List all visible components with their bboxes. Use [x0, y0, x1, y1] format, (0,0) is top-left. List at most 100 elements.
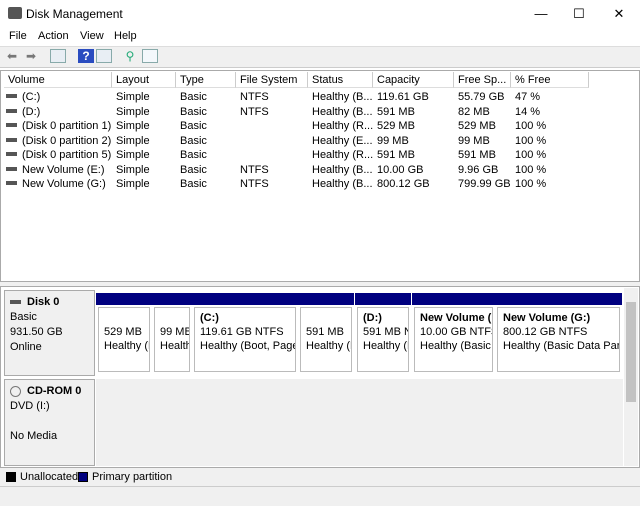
legend-primary-partition: Primary partition — [92, 471, 173, 483]
partition-status: Healthy (Recovery Partition) — [306, 340, 351, 352]
back-icon[interactable]: ⬅ — [4, 49, 20, 63]
table-cell: Basic — [180, 105, 207, 118]
status-bar — [0, 486, 640, 506]
table-cell: 99 MB — [458, 134, 490, 147]
column-header[interactable]: % Free — [511, 72, 589, 88]
partition-block[interactable]: 591 MB Healthy (Recovery Partition) — [298, 293, 354, 374]
partition-size: 119.61 GB NTFS — [200, 326, 284, 338]
menu-view[interactable]: View — [80, 30, 104, 42]
table-cell: Basic — [180, 91, 207, 103]
volume-icon — [6, 181, 17, 185]
table-cell: 119.61 GB — [377, 91, 429, 103]
table-cell — [236, 148, 308, 162]
column-header[interactable]: Type — [176, 72, 236, 88]
table-cell: Basic — [180, 149, 207, 161]
volume-icon — [6, 166, 17, 171]
table-row[interactable]: New Volume (G:) — [18, 177, 112, 191]
partition-label: New Volume (G:) — [503, 312, 591, 324]
partition-size: 529 MB — [104, 326, 142, 338]
menu-help[interactable]: Help — [114, 30, 137, 42]
table-cell: Healthy (E... — [312, 134, 373, 147]
table-row[interactable]: (C:) — [18, 90, 112, 104]
table-cell: 9.96 GB — [458, 163, 499, 176]
volume-icon — [6, 94, 17, 98]
table-cell: Simple — [116, 105, 150, 118]
partition-status: Healthy (EFI System Partition) — [160, 340, 189, 352]
cdrom-state: No Media — [10, 430, 58, 442]
table-cell: Healthy (R... — [312, 120, 373, 132]
table-cell: Healthy (B... — [312, 178, 373, 190]
partition-status: Healthy (Basic Data Partition) — [363, 340, 408, 352]
table-cell: 591 MB — [458, 149, 496, 161]
menu-action[interactable]: Action — [38, 30, 69, 42]
table-cell: Simple — [116, 163, 150, 176]
column-header[interactable]: File System — [236, 72, 308, 88]
scrollbar-thumb[interactable] — [626, 302, 636, 402]
partition-label: New Volume (E:) — [420, 312, 492, 324]
partition-block[interactable]: 529 MB Healthy (Recovery Partition) — [96, 293, 152, 374]
table-cell: Basic — [180, 163, 207, 176]
table-cell: 800.12 GB — [377, 178, 430, 190]
column-header[interactable]: Status — [308, 72, 373, 88]
table-cell: 100 % — [515, 163, 547, 176]
cdrom-area — [96, 379, 623, 466]
partition-block[interactable]: (C:) 119.61 GB NTFS Healthy (Boot, Page … — [192, 293, 298, 374]
forward-icon[interactable]: ➡ — [23, 49, 39, 63]
menu-file[interactable]: File — [9, 30, 27, 42]
partition-block[interactable]: New Volume (G:) 800.12 GB NTFS Healthy (… — [495, 293, 622, 374]
partition-label: (C:) — [200, 312, 219, 324]
table-cell: Simple — [116, 134, 150, 147]
table-row[interactable]: New Volume (E:) — [18, 163, 112, 177]
partition-label — [306, 311, 346, 325]
cdrom-name: CD-ROM 0 — [27, 385, 82, 397]
column-header[interactable]: Capacity — [373, 72, 454, 88]
table-row[interactable]: (Disk 0 partition 2) — [18, 134, 112, 148]
table-cell: 799.99 GB — [458, 178, 511, 190]
disk-size: 931.50 GB — [10, 326, 63, 338]
partition-size: 99 MB — [160, 326, 190, 338]
column-header[interactable]: Free Sp... — [454, 72, 511, 88]
table-cell: Healthy (B... — [312, 105, 373, 118]
show-action-pane-icon[interactable] — [96, 49, 112, 63]
table-cell: Simple — [116, 120, 150, 132]
close-button[interactable]: ✕ — [596, 0, 640, 28]
volume-icon — [6, 137, 17, 142]
table-cell — [236, 119, 308, 133]
table-cell: 591 MB — [377, 149, 415, 161]
partition-block[interactable]: (D:) 591 MB NTFS Healthy (Basic Data Par… — [355, 293, 411, 374]
table-cell: NTFS — [240, 178, 269, 190]
graph-scrollbar[interactable] — [624, 288, 638, 466]
cdrom-0-label[interactable]: CD-ROM 0 DVD (I:) No Media — [4, 379, 95, 466]
partition-status: Healthy (Recovery Partition) — [104, 340, 149, 352]
table-cell: 100 % — [515, 178, 547, 190]
partition-block[interactable]: 99 MB Healthy (EFI System Partition) — [152, 293, 192, 374]
table-cell: Healthy (B... — [312, 163, 373, 176]
table-row[interactable]: (Disk 0 partition 5) — [18, 148, 112, 162]
show-hide-console-tree-icon[interactable] — [50, 49, 66, 63]
table-cell: 100 % — [515, 120, 547, 132]
partition-block[interactable]: New Volume (E:) 10.00 GB NTFS Healthy (B… — [412, 293, 495, 374]
partition-size: 800.12 GB NTFS — [503, 326, 588, 338]
help-icon[interactable]: ? — [78, 49, 94, 63]
properties-icon[interactable] — [142, 49, 158, 63]
column-header[interactable]: Volume — [4, 72, 112, 88]
table-cell: 14 % — [515, 105, 541, 118]
partition-status: Healthy (Boot, Page File, Crash Dump, Ba… — [200, 340, 296, 352]
partition-size: 10.00 GB NTFS — [420, 326, 493, 338]
primary-partition-bar — [412, 293, 495, 305]
table-row[interactable]: (D:) — [18, 105, 112, 119]
legend-unallocated: Unallocated — [20, 471, 79, 483]
disk-0-label[interactable]: Disk 0 Basic 931.50 GB Online — [4, 290, 95, 376]
partition-status: Healthy (Basic Data Partition) — [420, 340, 492, 352]
rescan-icon[interactable]: ⚲ — [122, 49, 138, 63]
table-cell: 529 MB — [458, 120, 496, 132]
unallocated-swatch — [6, 472, 16, 482]
partition-status: Healthy (Basic Data Partition) — [503, 340, 619, 352]
table-cell: NTFS — [240, 105, 269, 118]
table-cell: NTFS — [240, 91, 269, 103]
table-row[interactable]: (Disk 0 partition 1) — [18, 119, 112, 133]
table-cell: Healthy (B... — [312, 91, 373, 103]
table-cell: 529 MB — [377, 120, 415, 132]
table-cell: Basic — [180, 178, 207, 190]
column-header[interactable]: Layout — [112, 72, 176, 88]
